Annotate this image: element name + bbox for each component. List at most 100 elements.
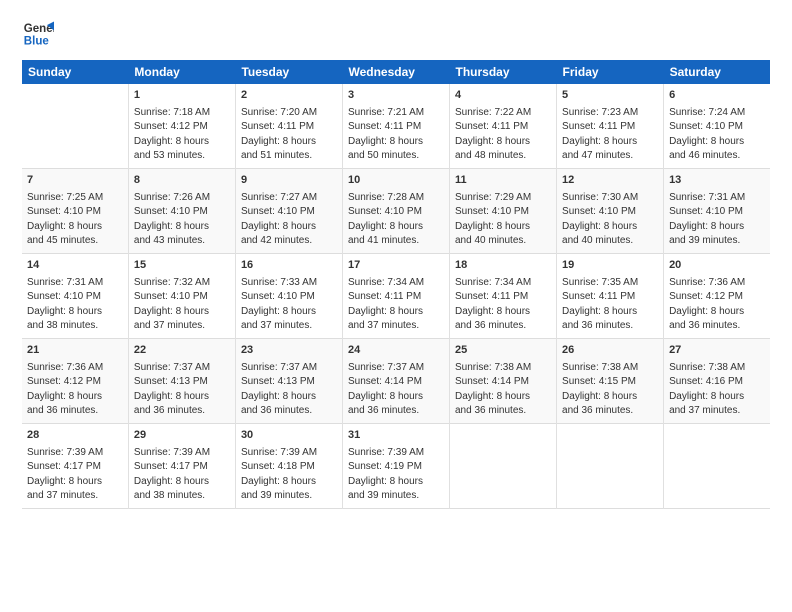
cell-content: Sunrise: 7:37 AMSunset: 4:14 PMDaylight:… bbox=[348, 361, 444, 419]
cell-line: Sunset: 4:10 PM bbox=[348, 205, 444, 220]
week-row-2: 14Sunrise: 7:31 AMSunset: 4:10 PMDayligh… bbox=[22, 253, 770, 338]
cell-content: Sunrise: 7:39 AMSunset: 4:19 PMDaylight:… bbox=[348, 446, 444, 504]
day-number: 18 bbox=[455, 258, 551, 274]
day-number: 27 bbox=[669, 343, 765, 359]
cell-line: Daylight: 8 hours bbox=[562, 390, 658, 405]
day-number: 25 bbox=[455, 343, 551, 359]
cell-line: Sunrise: 7:36 AM bbox=[27, 361, 123, 376]
cell-week3-day1: 22Sunrise: 7:37 AMSunset: 4:13 PMDayligh… bbox=[128, 338, 235, 423]
day-number: 17 bbox=[348, 258, 444, 274]
cell-week0-day4: 4Sunrise: 7:22 AMSunset: 4:11 PMDaylight… bbox=[450, 84, 557, 168]
cell-line: Sunset: 4:12 PM bbox=[134, 120, 230, 135]
cell-line: Sunrise: 7:39 AM bbox=[348, 446, 444, 461]
cell-week4-day4 bbox=[450, 423, 557, 508]
cell-line: Sunrise: 7:27 AM bbox=[241, 191, 337, 206]
cell-content: Sunrise: 7:23 AMSunset: 4:11 PMDaylight:… bbox=[562, 106, 658, 164]
cell-week4-day2: 30Sunrise: 7:39 AMSunset: 4:18 PMDayligh… bbox=[235, 423, 342, 508]
cell-week2-day0: 14Sunrise: 7:31 AMSunset: 4:10 PMDayligh… bbox=[22, 253, 128, 338]
cell-line: Sunrise: 7:24 AM bbox=[669, 106, 765, 121]
header: General Blue bbox=[22, 18, 770, 50]
cell-line: Sunset: 4:11 PM bbox=[348, 120, 444, 135]
cell-line: Sunset: 4:10 PM bbox=[241, 290, 337, 305]
cell-week0-day6: 6Sunrise: 7:24 AMSunset: 4:10 PMDaylight… bbox=[664, 84, 770, 168]
cell-week1-day5: 12 Sunrise: 7:30 AMSunset: 4:10 PMDayligh… bbox=[557, 168, 664, 253]
calendar-header: SundayMondayTuesdayWednesdayThursdayFrid… bbox=[22, 60, 770, 84]
cell-line: and 36 minutes. bbox=[455, 319, 551, 334]
cell-week3-day5: 26Sunrise: 7:38 AMSunset: 4:15 PMDayligh… bbox=[557, 338, 664, 423]
cell-line: Sunset: 4:10 PM bbox=[669, 120, 765, 135]
cell-content: Sunrise: 7:31 AMSunset: 4:10 PMDaylight:… bbox=[27, 276, 123, 334]
cell-content: Sunrise: 7:36 AMSunset: 4:12 PMDaylight:… bbox=[669, 276, 765, 334]
cell-line: Sunrise: 7:38 AM bbox=[669, 361, 765, 376]
cell-line: Daylight: 8 hours bbox=[348, 305, 444, 320]
cell-line: Sunrise: 7:20 AM bbox=[241, 106, 337, 121]
cell-week1-day3: 10Sunrise: 7:28 AMSunset: 4:10 PMDayligh… bbox=[342, 168, 449, 253]
cell-line: Daylight: 8 hours bbox=[241, 475, 337, 490]
cell-line: Daylight: 8 hours bbox=[241, 390, 337, 405]
cell-line: Sunrise: 7:37 AM bbox=[241, 361, 337, 376]
cell-line: Sunrise: 7:36 AM bbox=[669, 276, 765, 291]
cell-week2-day1: 15Sunrise: 7:32 AMSunset: 4:10 PMDayligh… bbox=[128, 253, 235, 338]
cell-line: Daylight: 8 hours bbox=[348, 475, 444, 490]
cell-content: Sunrise: 7:38 AMSunset: 4:16 PMDaylight:… bbox=[669, 361, 765, 419]
day-number: 12 bbox=[562, 173, 658, 189]
day-number: 20 bbox=[669, 258, 765, 274]
cell-line: Sunset: 4:11 PM bbox=[241, 120, 337, 135]
cell-line: Sunrise: 7:30 AM bbox=[562, 191, 658, 206]
col-header-saturday: Saturday bbox=[664, 60, 770, 84]
day-number: 21 bbox=[27, 343, 123, 359]
cell-line: and 38 minutes. bbox=[134, 489, 230, 504]
cell-week3-day2: 23Sunrise: 7:37 AMSunset: 4:13 PMDayligh… bbox=[235, 338, 342, 423]
cell-week4-day0: 28Sunrise: 7:39 AMSunset: 4:17 PMDayligh… bbox=[22, 423, 128, 508]
cell-content: Sunrise: 7:39 AMSunset: 4:17 PMDaylight:… bbox=[27, 446, 123, 504]
calendar-body: 1Sunrise: 7:18 AMSunset: 4:12 PMDaylight… bbox=[22, 84, 770, 508]
cell-line: Sunrise: 7:37 AM bbox=[348, 361, 444, 376]
day-number: 10 bbox=[348, 173, 444, 189]
day-number: 16 bbox=[241, 258, 337, 274]
cell-line: Sunrise: 7:22 AM bbox=[455, 106, 551, 121]
cell-content: Sunrise: 7:34 AMSunset: 4:11 PMDaylight:… bbox=[348, 276, 444, 334]
cell-line: and 39 minutes. bbox=[348, 489, 444, 504]
cell-week4-day3: 31 Sunrise: 7:39 AMSunset: 4:19 PMDayligh… bbox=[342, 423, 449, 508]
cell-line: Daylight: 8 hours bbox=[562, 305, 658, 320]
cell-week2-day6: 20 Sunrise: 7:36 AMSunset: 4:12 PMDayligh… bbox=[664, 253, 770, 338]
col-header-thursday: Thursday bbox=[450, 60, 557, 84]
cell-line: Sunrise: 7:31 AM bbox=[27, 276, 123, 291]
cell-week1-day0: 7Sunrise: 7:25 AMSunset: 4:10 PMDaylight… bbox=[22, 168, 128, 253]
cell-content: Sunrise: 7:39 AMSunset: 4:18 PMDaylight:… bbox=[241, 446, 337, 504]
cell-content: Sunrise: 7:38 AMSunset: 4:14 PMDaylight:… bbox=[455, 361, 551, 419]
cell-week0-day2: 2Sunrise: 7:20 AMSunset: 4:11 PMDaylight… bbox=[235, 84, 342, 168]
cell-line: Sunset: 4:16 PM bbox=[669, 375, 765, 390]
col-header-sunday: Sunday bbox=[22, 60, 128, 84]
cell-line: and 36 minutes. bbox=[562, 319, 658, 334]
cell-line: and 47 minutes. bbox=[562, 149, 658, 164]
cell-line: Sunset: 4:19 PM bbox=[348, 460, 444, 475]
cell-line: Daylight: 8 hours bbox=[669, 220, 765, 235]
cell-line: and 36 minutes. bbox=[241, 404, 337, 419]
day-number: 31 bbox=[348, 428, 444, 444]
cell-line: Daylight: 8 hours bbox=[241, 305, 337, 320]
cell-line: and 37 minutes. bbox=[669, 404, 765, 419]
cell-line: Daylight: 8 hours bbox=[669, 135, 765, 150]
day-number: 8 bbox=[134, 173, 230, 189]
cell-line: Sunrise: 7:31 AM bbox=[669, 191, 765, 206]
cell-line: and 36 minutes. bbox=[562, 404, 658, 419]
cell-line: and 41 minutes. bbox=[348, 234, 444, 249]
cell-content: Sunrise: 7:29 AMSunset: 4:10 PMDaylight:… bbox=[455, 191, 551, 249]
cell-week2-day5: 19Sunrise: 7:35 AMSunset: 4:11 PMDayligh… bbox=[557, 253, 664, 338]
cell-line: and 43 minutes. bbox=[134, 234, 230, 249]
cell-line: Daylight: 8 hours bbox=[455, 305, 551, 320]
day-number: 2 bbox=[241, 88, 337, 104]
cell-line: Daylight: 8 hours bbox=[27, 220, 123, 235]
week-row-3: 21 Sunrise: 7:36 AMSunset: 4:12 PMDayligh… bbox=[22, 338, 770, 423]
cell-content: Sunrise: 7:30 AMSunset: 4:10 PMDaylight:… bbox=[562, 191, 658, 249]
cell-week4-day5 bbox=[557, 423, 664, 508]
cell-line: Daylight: 8 hours bbox=[562, 135, 658, 150]
cell-line: Sunset: 4:13 PM bbox=[134, 375, 230, 390]
week-row-4: 28Sunrise: 7:39 AMSunset: 4:17 PMDayligh… bbox=[22, 423, 770, 508]
cell-content: Sunrise: 7:36 AMSunset: 4:12 PMDaylight:… bbox=[27, 361, 123, 419]
cell-line: Sunset: 4:10 PM bbox=[669, 205, 765, 220]
cell-line: Sunrise: 7:39 AM bbox=[27, 446, 123, 461]
cell-line: Sunset: 4:12 PM bbox=[669, 290, 765, 305]
cell-line: Daylight: 8 hours bbox=[348, 220, 444, 235]
